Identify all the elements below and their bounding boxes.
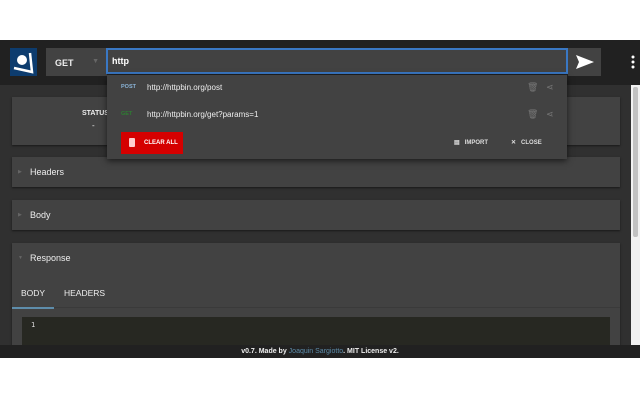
active-tab-indicator (12, 307, 54, 309)
send-icon (576, 55, 594, 69)
clear-all-button[interactable]: CLEAR ALL (121, 132, 183, 154)
share-icon[interactable]: ⋖ (546, 109, 554, 120)
footer: v0.7. Made by Joaquin Sargiotto. MIT Lic… (0, 345, 640, 358)
close-icon: ✕ (511, 140, 517, 146)
footer-text: v0.7. Made by (241, 348, 289, 355)
delete-icon[interactable]: 🗑 (527, 109, 538, 120)
method-select[interactable]: GET ▼ (46, 48, 107, 76)
chevron-icon: ▶ (18, 169, 22, 175)
headers-title: Headers (30, 167, 65, 177)
tab-body[interactable]: BODY (21, 288, 45, 298)
response-panel: ▼ Response BODY HEADERS 1 (12, 243, 620, 357)
import-label: IMPORT (464, 140, 489, 146)
author-link[interactable]: Joaquin Sargiotto (289, 348, 343, 355)
status-value: - (92, 121, 95, 130)
method-badge: GET (121, 111, 133, 117)
history-url: http://httpbin.org/post (147, 83, 223, 92)
close-label: CLOSE (521, 140, 542, 146)
url-input[interactable]: http (106, 48, 568, 74)
file-icon: ▤ (454, 140, 460, 146)
history-url: http://httpbin.org/get?params=1 (147, 110, 259, 119)
footer-license: . MIT License v2. (343, 348, 399, 355)
response-title: Response (30, 253, 71, 263)
status-label: STATUS (82, 110, 109, 117)
tab-headers[interactable]: HEADERS (64, 288, 105, 298)
history-item[interactable]: GET http://httpbin.org/get?params=1 🗑 ⋖ (107, 102, 567, 128)
send-button[interactable] (568, 48, 601, 76)
dropdown-arrow-icon: ▼ (92, 58, 99, 65)
line-number: 1 (31, 321, 36, 329)
delete-icon[interactable]: 🗑 (527, 82, 538, 93)
headers-panel[interactable]: ▶ Headers (12, 157, 620, 187)
chevron-icon: ▶ (18, 212, 22, 218)
body-panel[interactable]: ▶ Body (12, 200, 620, 230)
method-value: GET (55, 58, 74, 68)
trash-icon (129, 138, 135, 147)
history-dropdown: POST http://httpbin.org/post 🗑 ⋖ GET htt… (107, 75, 567, 159)
response-header[interactable]: ▼ Response (12, 243, 71, 273)
more-menu-icon[interactable] (628, 54, 638, 70)
body-title: Body (30, 210, 51, 220)
scrollbar[interactable] (631, 85, 640, 345)
close-button[interactable]: ✕ CLOSE (511, 139, 542, 146)
history-item[interactable]: POST http://httpbin.org/post 🗑 ⋖ (107, 75, 567, 101)
response-tabs: BODY HEADERS (12, 278, 620, 309)
method-badge: POST (121, 84, 136, 90)
chevron-icon: ▼ (18, 255, 23, 261)
import-button[interactable]: ▤ IMPORT (454, 139, 488, 146)
clear-all-label: CLEAR ALL (144, 140, 178, 146)
app-logo (10, 48, 37, 76)
share-icon[interactable]: ⋖ (546, 82, 554, 93)
